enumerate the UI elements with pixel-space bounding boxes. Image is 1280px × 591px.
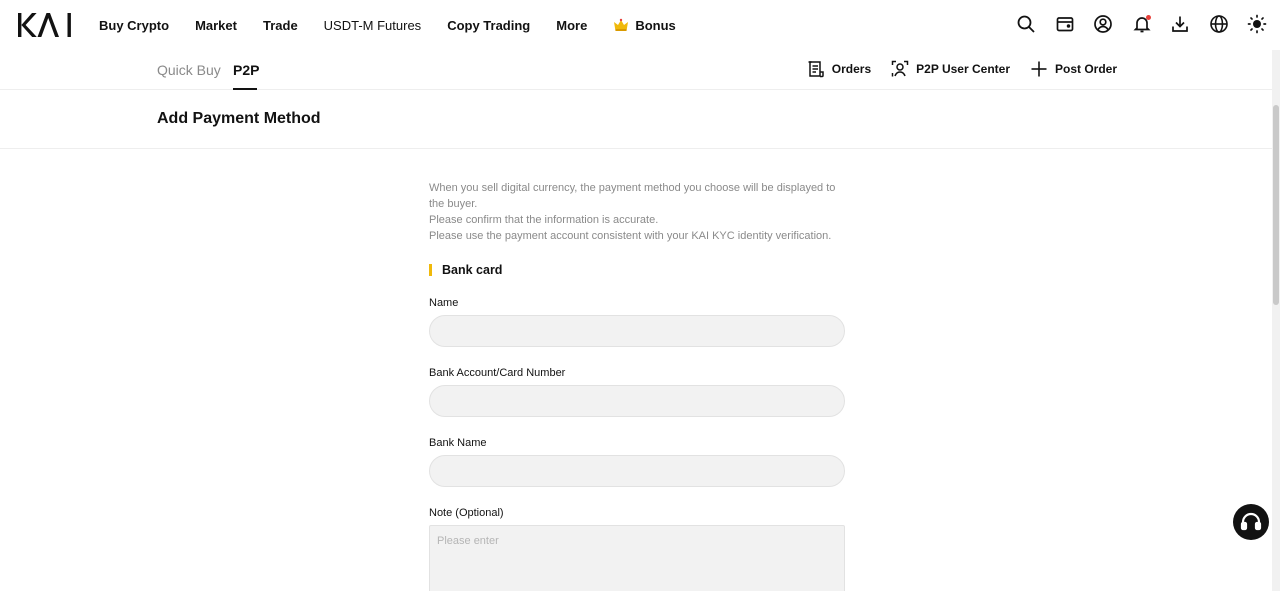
nav-bonus[interactable]: Bonus: [613, 17, 676, 33]
headset-icon: [1240, 512, 1262, 531]
note-textarea[interactable]: [429, 525, 845, 591]
page-scrollbar[interactable]: [1272, 50, 1280, 591]
top-navigation: Buy Crypto Market Trade USDT-M Futures C…: [0, 0, 1280, 50]
main-menu: Buy Crypto Market Trade USDT-M Futures C…: [99, 0, 702, 50]
tab-p2p[interactable]: P2P: [233, 62, 259, 78]
orders-label: Orders: [831, 62, 872, 76]
wallet-icon[interactable]: [1055, 14, 1075, 34]
name-label: Name: [429, 297, 459, 309]
note-label: Note (Optional): [429, 507, 504, 519]
plus-icon: [1031, 61, 1047, 77]
theme-sun-icon[interactable]: [1247, 14, 1267, 34]
name-input[interactable]: [429, 315, 845, 347]
account-number-label: Bank Account/Card Number: [429, 367, 566, 379]
notice-line-2: Please confirm that the information is a…: [429, 214, 659, 226]
header-actions: [998, 14, 1268, 34]
orders-icon: [808, 61, 824, 78]
globe-icon[interactable]: [1209, 14, 1229, 34]
customer-support-button[interactable]: [1233, 504, 1269, 540]
bank-name-input[interactable]: [429, 455, 845, 487]
nav-trade[interactable]: Trade: [263, 18, 298, 33]
notice-line-3: Please use the payment account consisten…: [429, 230, 832, 242]
notification-dot: [1145, 15, 1151, 20]
search-icon[interactable]: [1016, 14, 1036, 34]
bonus-label: Bonus: [635, 17, 676, 33]
tab-quick-buy[interactable]: Quick Buy: [157, 62, 221, 78]
account-number-input[interactable]: [429, 385, 845, 417]
account-icon[interactable]: [1093, 14, 1113, 34]
form-notice: When you sell digital currency, the paym…: [429, 180, 845, 244]
payment-method-form: When you sell digital currency, the paym…: [429, 180, 845, 591]
page-title: Add Payment Method: [157, 110, 321, 127]
scrollbar-thumb[interactable]: [1273, 105, 1279, 305]
user-center-icon: [891, 60, 909, 77]
user-center-label: P2P User Center: [916, 62, 1010, 76]
nav-copy-trading[interactable]: Copy Trading: [447, 18, 530, 33]
nav-buy-crypto[interactable]: Buy Crypto: [99, 18, 169, 33]
kai-logo[interactable]: [18, 12, 74, 38]
bell-icon[interactable]: [1132, 14, 1152, 34]
post-order-label: Post Order: [1054, 62, 1117, 76]
p2p-subnav: Quick Buy P2P Orders P2P User Center Pos…: [0, 50, 1272, 90]
nav-market[interactable]: Market: [195, 18, 237, 33]
section-title: Bank card: [442, 263, 503, 277]
section-header: Bank card: [429, 263, 845, 277]
bank-name-label: Bank Name: [429, 437, 487, 449]
download-icon[interactable]: [1170, 14, 1190, 34]
p2p-actions: Orders P2P User Center Post Order: [787, 60, 1117, 78]
bonus-crown-icon: [614, 18, 629, 31]
p2p-user-center-link[interactable]: P2P User Center: [891, 60, 1010, 78]
notice-line-1: When you sell digital currency, the paym…: [429, 182, 836, 210]
section-accent-bar: [429, 264, 432, 276]
orders-link[interactable]: Orders: [807, 60, 871, 78]
nav-usdt-m-futures[interactable]: USDT-M Futures: [324, 18, 422, 33]
nav-more[interactable]: More: [556, 18, 587, 33]
post-order-link[interactable]: Post Order: [1030, 60, 1117, 78]
page-header: Add Payment Method: [0, 90, 1272, 149]
